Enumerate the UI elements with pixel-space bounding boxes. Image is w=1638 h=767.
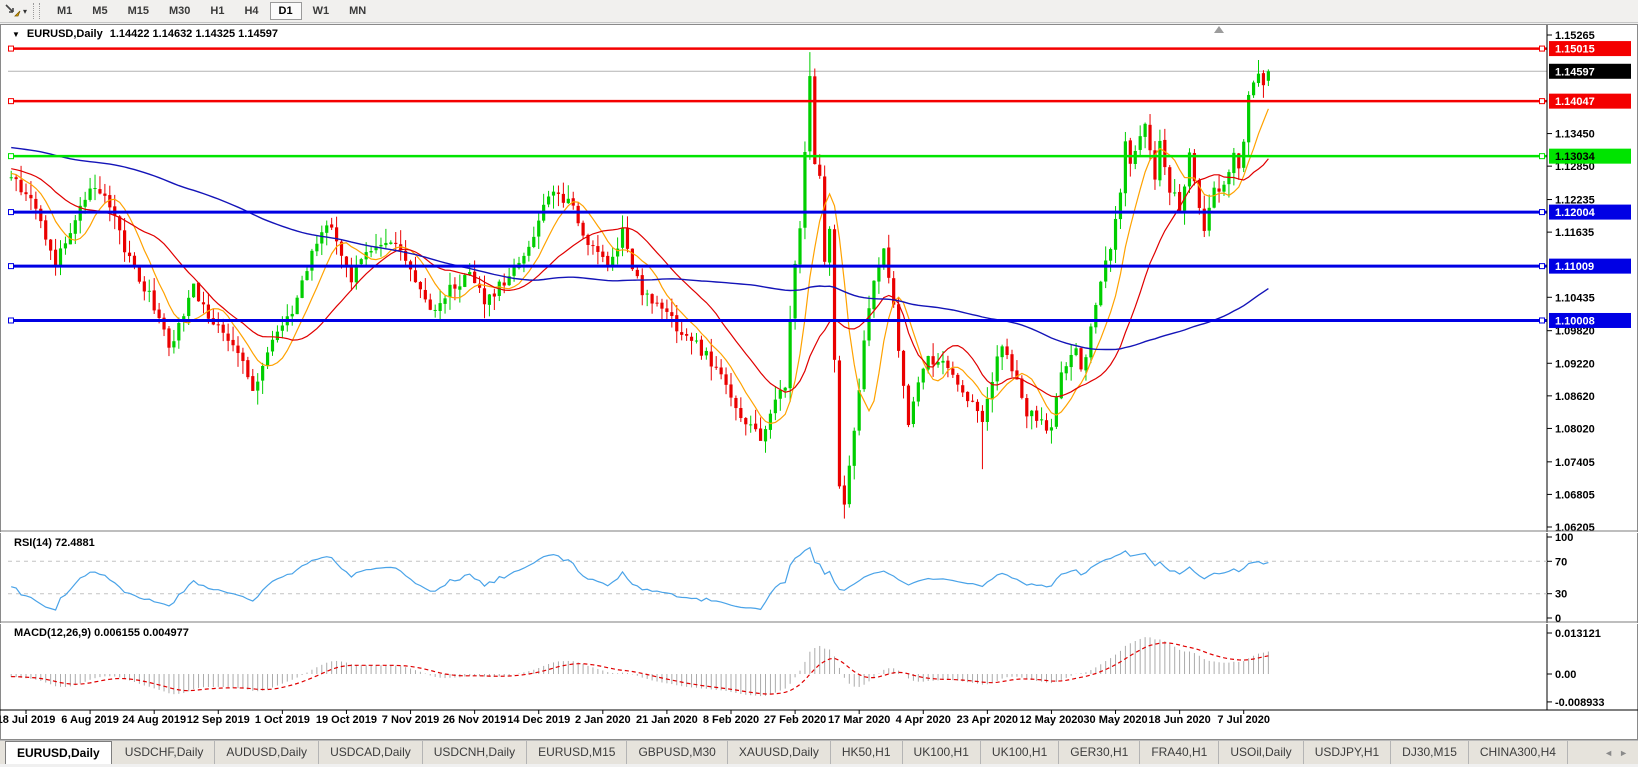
price-chart-canvas[interactable]: 1.152651.134501.128501.122351.116351.104… (0, 24, 1638, 740)
chart-title: ▼ EURUSD,Daily 1.14422 1.14632 1.14325 1… (12, 28, 278, 40)
timeframe-toolbar: ▾ M1M5M15M30H1H4D1W1MN (0, 0, 1638, 23)
svg-text:0.00: 0.00 (1555, 669, 1576, 681)
svg-text:1.11635: 1.11635 (1555, 227, 1594, 239)
svg-text:4 Apr 2020: 4 Apr 2020 (896, 714, 951, 726)
svg-text:24 Aug 2019: 24 Aug 2019 (122, 714, 186, 726)
svg-text:1.12004: 1.12004 (1555, 207, 1596, 219)
svg-text:18 Jun 2020: 18 Jun 2020 (1148, 714, 1210, 726)
chart-tab-XAUUSD-Daily[interactable]: XAUUSD,Daily (728, 741, 831, 764)
svg-text:27 Feb 2020: 27 Feb 2020 (764, 714, 826, 726)
chart-tab-GER30-H1[interactable]: GER30,H1 (1059, 741, 1140, 764)
svg-text:100: 100 (1555, 532, 1573, 544)
chart-window: 1.152651.134501.128501.122351.116351.104… (0, 24, 1638, 740)
svg-text:18 Jul 2019: 18 Jul 2019 (0, 714, 55, 726)
chart-tab-USOil-Daily[interactable]: USOil,Daily (1219, 741, 1303, 764)
macd-indicator-label: MACD(12,26,9) 0.006155 0.004977 (14, 627, 189, 639)
cursor-dropdown-caret-icon[interactable]: ▾ (23, 7, 27, 16)
chart-ohlc-values: 1.14422 1.14632 1.14325 1.14597 (110, 28, 278, 40)
chart-tab-USDCAD-Daily[interactable]: USDCAD,Daily (319, 741, 423, 764)
chart-tab-CHINA300-H4[interactable]: CHINA300,H4 (1469, 741, 1568, 764)
svg-text:0.013121: 0.013121 (1555, 628, 1601, 640)
svg-text:6 Aug 2019: 6 Aug 2019 (61, 714, 119, 726)
chart-tab-UK100-H1[interactable]: UK100,H1 (981, 741, 1059, 764)
chart-tab-DJ30-M15[interactable]: DJ30,M15 (1391, 741, 1469, 764)
chart-tab-EURUSD-Daily[interactable]: EURUSD,Daily (5, 741, 112, 764)
svg-text:7 Nov 2019: 7 Nov 2019 (382, 714, 439, 726)
chart-tab-HK50-H1[interactable]: HK50,H1 (831, 741, 903, 764)
svg-text:19 Oct 2019: 19 Oct 2019 (316, 714, 377, 726)
rsi-indicator-label: RSI(14) 72.4881 (14, 537, 95, 549)
svg-text:30: 30 (1555, 589, 1567, 601)
svg-text:1.07405: 1.07405 (1555, 457, 1595, 469)
timeframe-button-MN[interactable]: MN (340, 2, 375, 20)
svg-text:26 Nov 2019: 26 Nov 2019 (443, 714, 507, 726)
chart-tab-EURUSD-M15[interactable]: EURUSD,M15 (527, 741, 627, 764)
chart-tab-FRA40-H1[interactable]: FRA40,H1 (1140, 741, 1219, 764)
svg-text:1.09220: 1.09220 (1555, 358, 1595, 370)
svg-text:12 Sep 2019: 12 Sep 2019 (187, 714, 250, 726)
svg-text:0: 0 (1555, 613, 1561, 625)
svg-text:8 Feb 2020: 8 Feb 2020 (703, 714, 759, 726)
svg-text:17 Mar 2020: 17 Mar 2020 (828, 714, 890, 726)
timeframe-button-H4[interactable]: H4 (235, 2, 267, 20)
svg-text:70: 70 (1555, 556, 1567, 568)
chart-tab-USDCNH-Daily[interactable]: USDCNH,Daily (423, 741, 527, 764)
timeframe-button-D1[interactable]: D1 (270, 2, 302, 20)
svg-text:1 Oct 2019: 1 Oct 2019 (255, 714, 310, 726)
svg-text:1.14047: 1.14047 (1555, 96, 1595, 108)
chart-symbol-label: EURUSD,Daily (27, 28, 103, 40)
svg-text:1.13034: 1.13034 (1555, 151, 1596, 163)
svg-text:1.10435: 1.10435 (1555, 292, 1595, 304)
chart-tab-bar: EURUSD,DailyUSDCHF,DailyAUDUSD,DailyUSDC… (0, 740, 1638, 764)
timeframe-button-M5[interactable]: M5 (83, 2, 116, 20)
timeframe-button-M30[interactable]: M30 (160, 2, 199, 20)
svg-text:14 Dec 2019: 14 Dec 2019 (507, 714, 570, 726)
svg-text:21 Jan 2020: 21 Jan 2020 (636, 714, 698, 726)
svg-text:1.10008: 1.10008 (1555, 315, 1595, 327)
tab-scroll-left-icon[interactable]: ◄ (1604, 748, 1613, 758)
svg-text:-0.008933: -0.008933 (1555, 697, 1605, 709)
chart-tab-USDJPY-H1[interactable]: USDJPY,H1 (1304, 741, 1391, 764)
symbol-dropdown-icon[interactable]: ▼ (12, 30, 20, 39)
timeframe-button-W1[interactable]: W1 (304, 2, 339, 20)
svg-text:12 May 2020: 12 May 2020 (1019, 714, 1083, 726)
tab-scroll-right-icon[interactable]: ► (1619, 748, 1628, 758)
svg-text:1.06805: 1.06805 (1555, 489, 1595, 501)
toolbar-grip-handle[interactable] (33, 3, 40, 19)
timeframe-button-H1[interactable]: H1 (201, 2, 233, 20)
svg-text:2 Jan 2020: 2 Jan 2020 (575, 714, 631, 726)
svg-text:1.15265: 1.15265 (1555, 30, 1595, 42)
svg-text:1.14597: 1.14597 (1555, 66, 1595, 78)
chart-tab-UK100-H1[interactable]: UK100,H1 (903, 741, 981, 764)
svg-text:1.11009: 1.11009 (1555, 261, 1594, 273)
svg-text:1.13450: 1.13450 (1555, 129, 1595, 141)
svg-text:1.08020: 1.08020 (1555, 423, 1595, 435)
svg-text:30 May 2020: 30 May 2020 (1083, 714, 1147, 726)
svg-text:1.15015: 1.15015 (1555, 44, 1595, 56)
svg-text:23 Apr 2020: 23 Apr 2020 (957, 714, 1018, 726)
chart-tab-GBPUSD-M30[interactable]: GBPUSD,M30 (627, 741, 727, 764)
mt4-app: ▾ M1M5M15M30H1H4D1W1MN 1.15265 1.13450 1.1… (0, 0, 1638, 767)
timeframe-button-M1[interactable]: M1 (48, 2, 81, 20)
chart-tab-AUDUSD-Daily[interactable]: AUDUSD,Daily (215, 741, 319, 764)
svg-text:7 Jul 2020: 7 Jul 2020 (1217, 714, 1270, 726)
timeframe-button-M15[interactable]: M15 (119, 2, 158, 20)
cursor-tool-icon[interactable] (4, 3, 22, 19)
svg-text:1.08620: 1.08620 (1555, 391, 1595, 403)
chart-tab-USDCHF-Daily[interactable]: USDCHF,Daily (114, 741, 216, 764)
